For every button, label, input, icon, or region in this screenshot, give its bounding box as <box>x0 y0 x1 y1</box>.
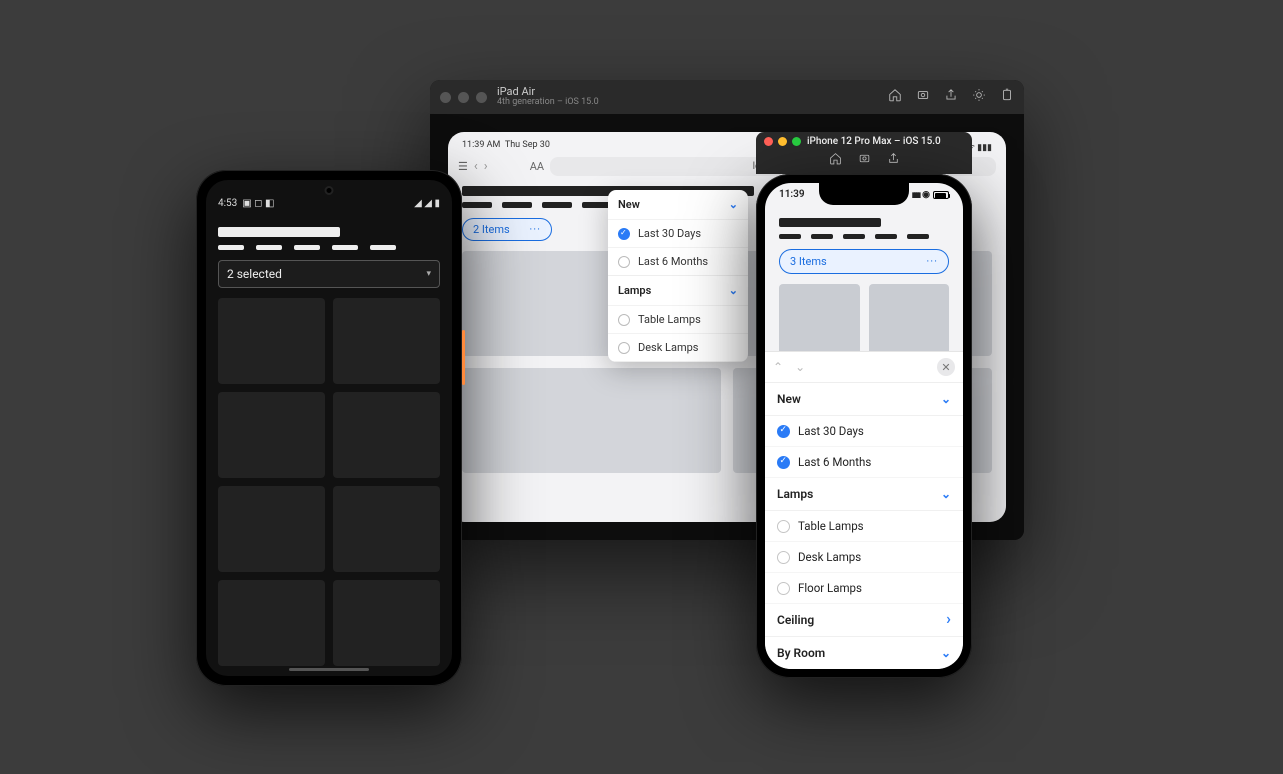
signal-icon <box>912 189 919 200</box>
screenshot-icon[interactable] <box>916 88 930 106</box>
product-tile[interactable] <box>218 486 325 572</box>
filter-chip-label: 3 Items <box>790 255 827 268</box>
filter-section-by-room[interactable]: By Room ⌄ <box>765 637 963 669</box>
traffic-lights[interactable] <box>764 137 801 146</box>
home-icon[interactable] <box>829 152 842 168</box>
filter-option[interactable]: Floor Lamps <box>765 573 963 604</box>
text-size-icon[interactable]: AA <box>530 160 544 173</box>
filter-option[interactable]: Desk Lamps <box>608 333 748 361</box>
radio-icon <box>777 582 790 595</box>
filter-section-lamps[interactable]: Lamps ⌄ <box>608 276 748 305</box>
page-title-skeleton <box>218 227 340 237</box>
filter-dropdown-label: 2 selected <box>227 267 282 281</box>
page-title-skeleton <box>779 218 881 227</box>
front-camera <box>325 186 334 195</box>
filter-chip-label: 2 Items <box>473 223 510 236</box>
filter-chip-more-icon: ··· <box>529 223 541 236</box>
iphone-title: iPhone 12 Pro Max – iOS 15.0 <box>807 136 941 147</box>
product-tile[interactable] <box>869 284 950 358</box>
filter-chip-more-icon: ··· <box>926 255 938 268</box>
forward-icon[interactable]: › <box>484 159 488 174</box>
product-tile[interactable] <box>779 284 860 358</box>
chevron-down-icon: ⌄ <box>729 198 738 211</box>
chevron-down-icon: ⌄ <box>941 392 951 406</box>
sidebar-icon[interactable]: ☰ <box>458 160 468 173</box>
filter-section-new[interactable]: New ⌄ <box>765 383 963 416</box>
share-icon[interactable] <box>944 88 958 106</box>
rotate-icon[interactable] <box>1000 88 1014 106</box>
tabs-skeleton <box>779 234 949 239</box>
filter-chip[interactable]: 3 Items ··· <box>779 249 949 274</box>
filter-sheet: ⌃ ⌄ ✕ New ⌄ Last 30 Days <box>765 351 963 669</box>
product-tile[interactable] <box>218 392 325 478</box>
home-indicator[interactable] <box>289 668 369 671</box>
filter-option[interactable]: Last 30 Days <box>608 219 748 247</box>
radio-icon <box>777 551 790 564</box>
home-icon[interactable] <box>888 88 902 106</box>
radio-icon <box>777 425 790 438</box>
back-icon[interactable]: ‹ <box>474 159 478 174</box>
brightness-icon[interactable] <box>972 88 986 106</box>
iphone-screen: 11:39 3 Items ··· <box>765 183 963 669</box>
chevron-down-icon: ▾ <box>426 269 431 279</box>
power-button <box>462 330 465 385</box>
radio-icon <box>777 456 790 469</box>
radio-icon <box>618 314 630 326</box>
ipad-titlebar: iPad Air 4th generation – iOS 15.0 <box>430 80 1024 114</box>
chevron-down-icon: ⌄ <box>941 487 951 501</box>
product-tile[interactable] <box>333 392 440 478</box>
product-tile[interactable] <box>333 298 440 384</box>
wifi-icon <box>922 189 930 200</box>
filter-chip[interactable]: 2 Items ··· <box>462 218 552 241</box>
chevron-up-icon[interactable]: ⌃ <box>773 360 783 374</box>
chevron-right-icon <box>946 613 951 627</box>
product-tile[interactable] <box>333 580 440 666</box>
android-device: 4:53 ▣ ◻ ◧ ◢ ◢ ▮ 2 selected ▾ <box>196 170 462 686</box>
iphone-titlebar: iPhone 12 Pro Max – iOS 15.0 <box>756 132 972 174</box>
battery-icon <box>933 191 949 199</box>
filter-dropdown[interactable]: 2 selected ▾ <box>218 260 440 288</box>
ipad-title: iPad Air <box>497 85 535 98</box>
filter-section-lamps[interactable]: Lamps ⌄ <box>765 478 963 511</box>
iphone-simulator-window: iPhone 12 Pro Max – iOS 15.0 11:39 <box>756 132 972 678</box>
tabs-skeleton <box>218 245 440 250</box>
ipad-subtitle: 4th generation – iOS 15.0 <box>497 98 888 108</box>
chevron-down-icon: ⌄ <box>941 646 951 660</box>
product-tile[interactable] <box>218 298 325 384</box>
radio-icon <box>777 520 790 533</box>
radio-icon <box>618 342 630 354</box>
filter-popover: New ⌄ Last 30 Days Last 6 Months <box>608 190 748 362</box>
product-grid <box>218 298 440 666</box>
product-tile[interactable] <box>218 580 325 666</box>
share-icon[interactable] <box>887 152 900 168</box>
filter-option[interactable]: Last 6 Months <box>608 247 748 275</box>
product-tile[interactable] <box>462 368 721 473</box>
radio-icon <box>618 256 630 268</box>
filter-section-new[interactable]: New ⌄ <box>608 190 748 219</box>
notch <box>819 183 909 205</box>
filter-option[interactable]: Last 30 Days <box>765 416 963 447</box>
close-icon[interactable]: ✕ <box>937 358 955 376</box>
chevron-down-icon[interactable]: ⌄ <box>795 360 805 374</box>
chevron-down-icon: ⌄ <box>729 284 738 297</box>
android-screen: 4:53 ▣ ◻ ◧ ◢ ◢ ▮ 2 selected ▾ <box>206 180 452 676</box>
traffic-lights[interactable] <box>440 92 487 103</box>
filter-option[interactable]: Desk Lamps <box>765 542 963 573</box>
product-tile[interactable] <box>333 486 440 572</box>
radio-icon <box>618 228 630 240</box>
filter-option[interactable]: Last 6 Months <box>765 447 963 478</box>
screenshot-icon[interactable] <box>858 152 871 168</box>
filter-option[interactable]: Table Lamps <box>608 305 748 333</box>
filter-option[interactable]: Table Lamps <box>765 511 963 542</box>
filter-section-ceiling[interactable]: Ceiling <box>765 604 963 637</box>
